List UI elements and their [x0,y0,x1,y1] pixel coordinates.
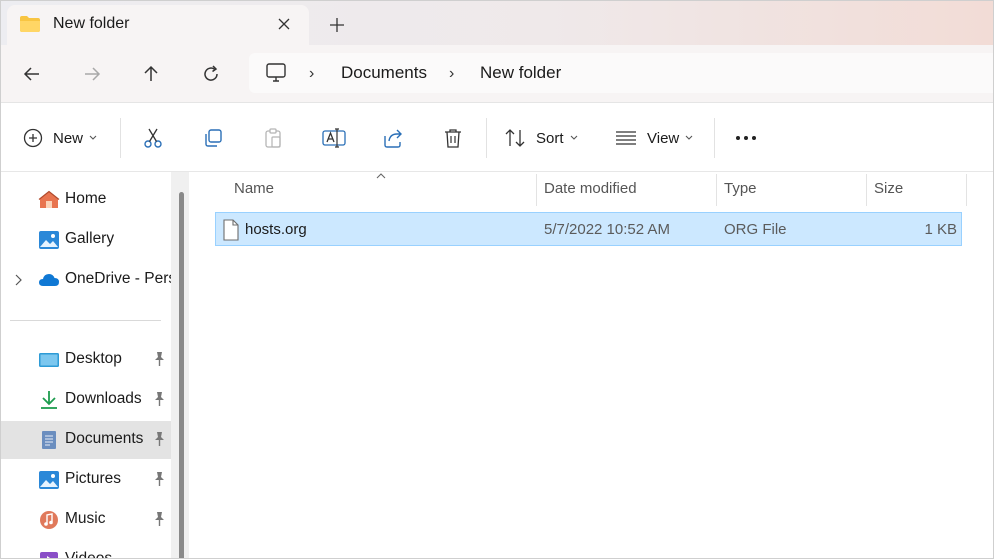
sort-button[interactable]: Sort [504,124,578,152]
chevron-right-icon[interactable]: › [309,65,314,83]
toolbar-divider [714,118,715,158]
address-bar[interactable]: › Documents › New folder [249,53,993,93]
close-icon[interactable] [273,13,295,35]
navigation-bar: › Documents › New folder [1,45,993,103]
desktop-icon [39,353,59,367]
new-tab-button[interactable] [325,13,349,37]
column-header-date-modified[interactable]: Date modified [544,180,637,197]
sort-icon [505,129,525,147]
navigation-pane: Home Gallery OneDrive - Perso De [1,172,189,559]
file-type: ORG File [724,221,787,238]
onedrive-icon [39,274,59,286]
new-button-label: New [53,129,84,147]
column-divider[interactable] [866,174,867,206]
forward-arrow-icon[interactable] [79,61,105,87]
list-view-icon [616,131,636,145]
view-button-label: View [647,129,680,147]
sort-button-label: Sort [536,129,564,147]
sidebar-item-label: Downloads [65,390,142,407]
tab-new-folder[interactable]: New folder [7,5,309,45]
sidebar-item-home[interactable]: Home [1,181,171,219]
pin-icon[interactable] [152,511,166,527]
music-icon [40,511,58,529]
file-name: hosts.org [245,221,307,238]
file-date-modified: 5/7/2022 10:52 AM [544,221,670,238]
folder-icon [20,16,40,32]
sidebar-item-label: Desktop [65,350,122,367]
home-icon [38,190,60,208]
videos-icon [40,552,58,558]
share-icon [384,129,402,148]
cut-button[interactable] [142,124,164,152]
rename-button[interactable] [322,124,346,152]
sidebar-item-label: Music [65,510,106,527]
sidebar-divider [10,320,161,321]
sidebar-item-music[interactable]: Music [1,501,171,539]
column-header-size[interactable]: Size [874,180,903,197]
sidebar-item-onedrive[interactable]: OneDrive - Perso [1,261,171,299]
table-row[interactable]: hosts.org 5/7/2022 10:52 AM ORG File 1 K… [215,212,962,246]
new-button[interactable]: New [23,124,97,152]
sidebar-item-label: Videos [65,550,113,559]
file-explorer-window: New folder › Documents › New folder New … [0,0,994,559]
file-icon [223,219,239,241]
gallery-icon [39,231,59,249]
column-divider[interactable] [716,174,717,206]
chevron-down-icon [685,135,693,140]
tab-bar: New folder [1,1,993,45]
view-button[interactable]: View [615,124,693,152]
sidebar-item-pictures[interactable]: Pictures [1,461,171,499]
more-icon [736,136,756,140]
chevron-down-icon [570,135,577,140]
sort-ascending-icon [376,173,386,179]
breadcrumb-new-folder[interactable]: New folder [480,63,561,83]
this-pc-icon [266,63,286,82]
sidebar-item-label: OneDrive - Perso [65,270,171,287]
up-arrow-icon[interactable] [138,61,164,87]
pictures-icon [39,471,59,489]
plus-circle-icon [23,128,43,148]
column-header-type[interactable]: Type [724,180,757,197]
copy-button[interactable] [202,124,224,152]
trash-icon [445,129,461,148]
chevron-right-icon[interactable]: › [449,65,454,83]
more-options-button[interactable] [735,124,757,152]
delete-button[interactable] [442,124,464,152]
toolbar-divider [486,118,487,158]
sidebar-item-videos[interactable]: Videos [1,541,171,559]
downloads-icon [41,391,57,409]
sidebar-item-label: Gallery [65,230,115,247]
sidebar-item-label: Home [65,190,107,207]
sidebar-item-documents[interactable]: Documents [1,421,171,459]
chevron-down-icon [89,135,97,140]
sidebar-item-label: Documents [65,430,144,447]
command-bar: New Sort View [1,104,993,172]
back-arrow-icon[interactable] [19,61,45,87]
sidebar-item-label: Pictures [65,470,121,487]
pin-icon[interactable] [152,471,166,487]
rename-icon [322,128,346,148]
sidebar-item-gallery[interactable]: Gallery [1,221,171,259]
column-divider[interactable] [536,174,537,206]
toolbar-divider [120,118,121,158]
clipboard-icon [265,128,281,148]
tab-title: New folder [53,15,130,32]
scissors-icon [144,128,162,148]
refresh-icon[interactable] [198,61,224,87]
sidebar-item-desktop[interactable]: Desktop [1,341,171,379]
documents-icon [42,431,56,449]
file-size: 1 KB [924,221,957,238]
column-divider[interactable] [966,174,967,206]
file-list: Name Date modified Type Size hosts.org 5… [191,172,993,558]
breadcrumb-documents[interactable]: Documents [341,63,427,83]
column-header-name[interactable]: Name [234,180,274,197]
sidebar-scrollbar-thumb[interactable] [179,192,184,558]
sidebar-item-downloads[interactable]: Downloads [1,381,171,419]
pin-icon[interactable] [152,351,166,367]
paste-button[interactable] [262,124,284,152]
share-button[interactable] [382,124,404,152]
pin-icon[interactable] [152,391,166,407]
copy-icon [205,129,222,147]
pin-icon[interactable] [152,431,166,447]
